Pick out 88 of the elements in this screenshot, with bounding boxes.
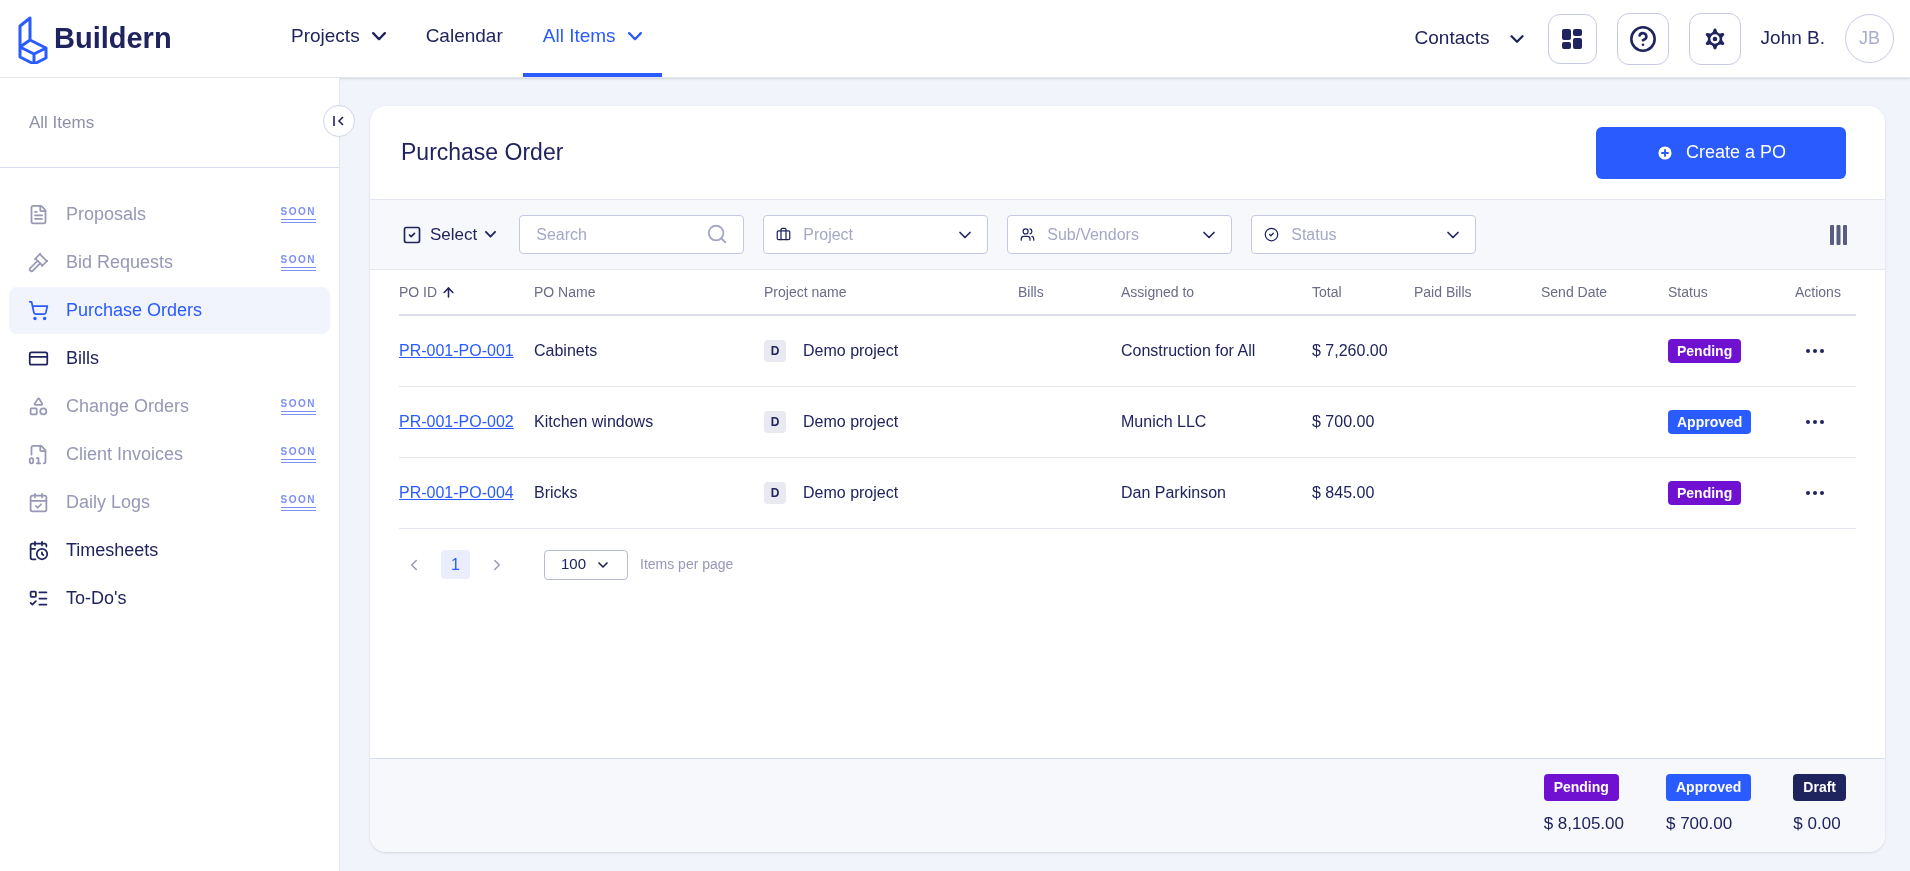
sidebar-item[interactable]: Purchase Orders <box>9 287 330 334</box>
assignee: Munich LLC <box>1121 413 1207 430</box>
calendar-clock-icon <box>28 540 49 561</box>
help-button[interactable] <box>1616 12 1669 65</box>
column-header: Total <box>1312 282 1342 302</box>
project-initial: D <box>764 340 786 362</box>
status-tag: Approved <box>1668 410 1752 434</box>
po-name: Bricks <box>534 484 578 501</box>
logo-text: Buildern <box>54 20 172 56</box>
assignee: Construction for All <box>1121 342 1256 359</box>
user-name: John B. <box>1760 26 1825 51</box>
layout-button[interactable] <box>1547 13 1597 64</box>
column-header: PO ID <box>399 282 438 302</box>
people-icon <box>1020 227 1036 242</box>
po-name: Cabinets <box>534 342 598 359</box>
check-circle-icon <box>1264 227 1280 242</box>
column-header: Assigned to <box>1121 282 1195 302</box>
po-id-link[interactable]: PR-001-PO-001 <box>399 342 514 359</box>
more-icon <box>1806 420 1824 424</box>
invoice-icon <box>28 444 49 465</box>
search-field[interactable]: Search <box>519 215 745 254</box>
sidebar-item[interactable]: To-Do's <box>9 575 330 622</box>
calendar-check-icon <box>28 492 49 513</box>
status-total: $ 0.00 <box>1793 813 1841 835</box>
sort-up-icon <box>441 284 457 300</box>
contacts-menu[interactable]: Contacts <box>1414 24 1528 53</box>
collapse-icon <box>332 114 346 128</box>
column-header: Actions <box>1795 282 1841 302</box>
select-menu[interactable]: Select <box>402 221 497 248</box>
soon-label: SOON <box>280 398 316 415</box>
status-tag: Pending <box>1668 481 1742 505</box>
po-name: Kitchen windows <box>534 413 654 430</box>
gavel-icon <box>28 252 49 273</box>
total-amount: $ 845.00 <box>1312 484 1375 501</box>
project-name: Demo project <box>803 483 899 503</box>
status-total: $ 8,105.00 <box>1543 813 1624 835</box>
project-initial: D <box>764 411 786 433</box>
status-tag: Draft <box>1793 774 1846 801</box>
search-icon <box>706 223 729 245</box>
status-total: $ 700.00 <box>1666 813 1733 835</box>
po-id-link[interactable]: PR-001-PO-002 <box>399 413 514 430</box>
document-icon <box>28 204 49 225</box>
project-name: Demo project <box>803 341 899 361</box>
page-size-select[interactable]: 100 <box>544 549 628 580</box>
assignee: Dan Parkinson <box>1121 484 1226 501</box>
chevron-down-icon <box>485 231 497 238</box>
shapes-icon <box>28 396 49 417</box>
help-icon <box>1628 24 1657 53</box>
nav-tab[interactable]: Calendar <box>405 0 523 77</box>
status-tag: Approved <box>1666 774 1752 801</box>
plus-circle-icon <box>1655 143 1674 162</box>
soon-label: SOON <box>280 254 316 271</box>
sidebar-item[interactable]: Bills <box>9 335 330 382</box>
total-amount: $ 700.00 <box>1312 413 1375 430</box>
create-po-button[interactable]: Create a PO <box>1596 126 1846 179</box>
project-initial: D <box>764 482 786 504</box>
columns-icon <box>1830 224 1847 245</box>
more-icon <box>1806 491 1824 495</box>
settings-button[interactable] <box>1688 12 1741 65</box>
page-button[interactable]: 1 <box>441 550 470 579</box>
soon-label: SOON <box>280 446 316 463</box>
collapse-button[interactable] <box>323 105 355 137</box>
status-tag: Pending <box>1668 339 1742 363</box>
checklist-icon <box>28 588 49 609</box>
total-amount: $ 7,260.00 <box>1312 342 1388 359</box>
column-header: PO Name <box>534 282 596 302</box>
items-per-page-label: Items per page <box>640 555 734 574</box>
checkbox-icon <box>402 224 422 245</box>
soon-label: SOON <box>280 206 316 223</box>
more-icon <box>1806 349 1824 353</box>
cart-icon <box>28 300 49 321</box>
project-name: Demo project <box>803 412 899 432</box>
columns-button[interactable] <box>1830 224 1847 245</box>
layout-icon <box>1560 26 1585 51</box>
page-title: Purchase Order <box>401 138 564 168</box>
column-header: Paid Bills <box>1414 282 1472 302</box>
nav-tab[interactable]: Projects <box>271 0 406 77</box>
sidebar-title: All Items <box>29 111 95 134</box>
po-id-link[interactable]: PR-001-PO-004 <box>399 484 514 501</box>
nav-tab[interactable]: All Items <box>522 0 662 77</box>
column-header: Send Date <box>1541 282 1608 302</box>
column-header: Project name <box>764 282 847 302</box>
sidebar-item[interactable]: Timesheets <box>9 527 330 574</box>
soon-label: SOON <box>280 494 316 511</box>
briefcase-icon <box>776 227 792 242</box>
status-tag: Pending <box>1543 774 1619 801</box>
column-header: Status <box>1668 282 1708 302</box>
column-header: Bills <box>1018 282 1044 302</box>
